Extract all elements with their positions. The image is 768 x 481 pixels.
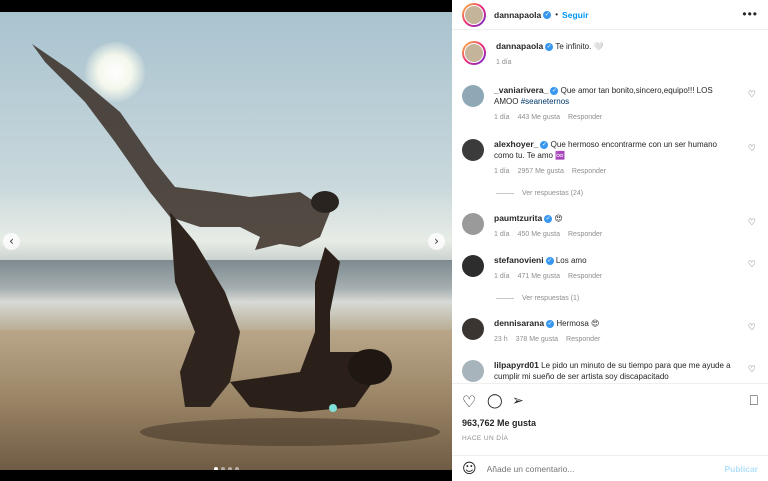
comment-likes[interactable]: 2957 Me gusta — [518, 168, 564, 175]
verified-icon: ✓ — [546, 319, 555, 328]
comment-icon[interactable]: ◯ — [487, 393, 503, 409]
reply-button[interactable]: Responder — [572, 168, 606, 175]
separator-dot: • — [555, 10, 559, 19]
comment-likes[interactable]: 378 Me gusta — [516, 336, 558, 343]
comment-username[interactable]: paumtzurita — [494, 213, 542, 223]
view-replies-button[interactable]: Ver respuestas (1) — [496, 295, 579, 302]
share-icon[interactable]: ➢ — [512, 393, 524, 409]
avatar[interactable] — [462, 139, 484, 161]
comment-username[interactable]: stefanovieni — [494, 255, 544, 265]
verified-icon: ✓ — [550, 86, 559, 95]
follow-button[interactable]: Seguir — [562, 10, 588, 20]
comment-item: _vaniarivera_ ✓ Que amor tan bonito,since… — [462, 85, 758, 123]
carousel-dot — [228, 467, 232, 470]
author-avatar[interactable] — [462, 41, 486, 65]
like-comment-heart-icon[interactable]: ♡ — [748, 144, 756, 154]
reply-button[interactable]: Responder — [568, 273, 602, 280]
comment-time[interactable]: 1 día — [494, 114, 510, 121]
comment-item: paumtzurita ✓ 😍 1 día 450 Me gusta Responde… — [462, 213, 758, 240]
comment-item: stefanovieni ✓ Los amo 1 día 471 Me gusta R… — [462, 255, 758, 282]
view-replies-label: Ver respuestas (24) — [522, 190, 584, 197]
comment-text: Los amo — [555, 256, 587, 265]
verified-icon: ✓ — [540, 140, 549, 149]
post-time: HACE UN DÍA — [462, 435, 509, 442]
post-comment-button[interactable]: Publicar — [724, 464, 758, 474]
caption-time[interactable]: 1 día — [496, 59, 512, 66]
more-options-icon[interactable]: ••• — [742, 7, 758, 21]
next-slide-button[interactable]: › — [428, 233, 445, 250]
reply-button[interactable]: Responder — [566, 336, 600, 343]
comment-text: 😍 — [554, 214, 563, 223]
comment-time[interactable]: 1 día — [494, 168, 510, 175]
avatar[interactable] — [462, 255, 484, 277]
verified-icon: ✓ — [545, 256, 554, 265]
previous-slide-button[interactable]: ‹ — [3, 233, 20, 250]
add-comment-bar: ☺ Publicar — [452, 455, 768, 481]
save-bookmark-icon[interactable]: ⎕ — [750, 393, 758, 409]
verified-icon: ✓ — [543, 10, 552, 19]
comment-text: Hermosa 😍 — [556, 319, 600, 328]
like-comment-heart-icon[interactable]: ♡ — [748, 260, 756, 270]
emoji-picker-icon[interactable]: ☺ — [462, 461, 477, 477]
avatar[interactable] — [462, 213, 484, 235]
carousel-dot — [221, 467, 225, 470]
view-replies-label: Ver respuestas (1) — [522, 295, 580, 302]
view-replies-button[interactable]: Ver respuestas (24) — [496, 190, 583, 197]
comment-item: alexhoyer_ ✓ Que hermoso encontrarme con … — [462, 139, 758, 177]
reply-button[interactable]: Responder — [568, 114, 602, 121]
avatar[interactable] — [462, 318, 484, 340]
comment-likes[interactable]: 443 Me gusta — [518, 114, 560, 121]
post-image[interactable]: ‹ › — [0, 12, 452, 470]
likes-count[interactable]: 963,762 Me gusta — [462, 418, 536, 428]
like-comment-heart-icon[interactable]: ♡ — [748, 323, 756, 333]
comment-likes[interactable]: 450 Me gusta — [518, 231, 560, 238]
post-actions: ♡ ◯ ➢ ⎕ 963,762 Me gusta HACE UN DÍA — [452, 383, 768, 463]
verified-icon: ✓ — [544, 214, 553, 223]
post-detail-panel: dannapaola ✓ • Seguir ••• dannapaola ✓ Te… — [452, 0, 768, 481]
caption-text: Te infinito. 🤍 — [555, 42, 604, 51]
avatar[interactable] — [462, 360, 484, 382]
author-avatar[interactable] — [462, 2, 486, 27]
carousel-dot — [214, 467, 218, 470]
comments-list: dannapaola ✓ Te infinito. 🤍 1 día _vaniar… — [452, 35, 768, 383]
comment-time[interactable]: 23 h — [494, 336, 508, 343]
comment-item: dennisarana ✓ Hermosa 😍 23 h 378 Me gusta R… — [462, 318, 758, 345]
like-comment-heart-icon[interactable]: ♡ — [748, 90, 756, 100]
like-comment-heart-icon[interactable]: ♡ — [748, 218, 756, 228]
caption: dannapaola ✓ Te infinito. 🤍 1 día — [462, 41, 758, 68]
comment-username[interactable]: _vaniarivera_ — [494, 85, 548, 95]
comment-input[interactable] — [486, 463, 687, 474]
comment-username[interactable]: lilpapyrd01 — [494, 360, 539, 370]
comment-likes[interactable]: 471 Me gusta — [518, 273, 560, 280]
like-comment-heart-icon[interactable]: ♡ — [748, 365, 756, 375]
like-heart-icon[interactable]: ♡ — [462, 392, 476, 411]
caption-username[interactable]: dannapaola — [496, 41, 543, 51]
avatar[interactable] — [462, 85, 484, 107]
comment-item: lilpapyrd01 Le pido un minuto de su tiem… — [462, 360, 758, 382]
hashtag-link[interactable]: #seaneternos — [521, 97, 569, 106]
comment-username[interactable]: dennisarana — [494, 318, 544, 328]
comment-time[interactable]: 1 día — [494, 273, 510, 280]
verified-icon: ✓ — [545, 42, 554, 51]
reply-button[interactable]: Responder — [568, 231, 602, 238]
acro-yoga-silhouette — [32, 44, 440, 446]
carousel-dots — [214, 467, 239, 470]
carousel-dot — [235, 467, 239, 470]
post-header: dannapaola ✓ • Seguir ••• — [452, 0, 768, 30]
author-username[interactable]: dannapaola — [494, 10, 541, 20]
comment-time[interactable]: 1 día — [494, 231, 510, 238]
comment-username[interactable]: alexhoyer_ — [494, 139, 538, 149]
